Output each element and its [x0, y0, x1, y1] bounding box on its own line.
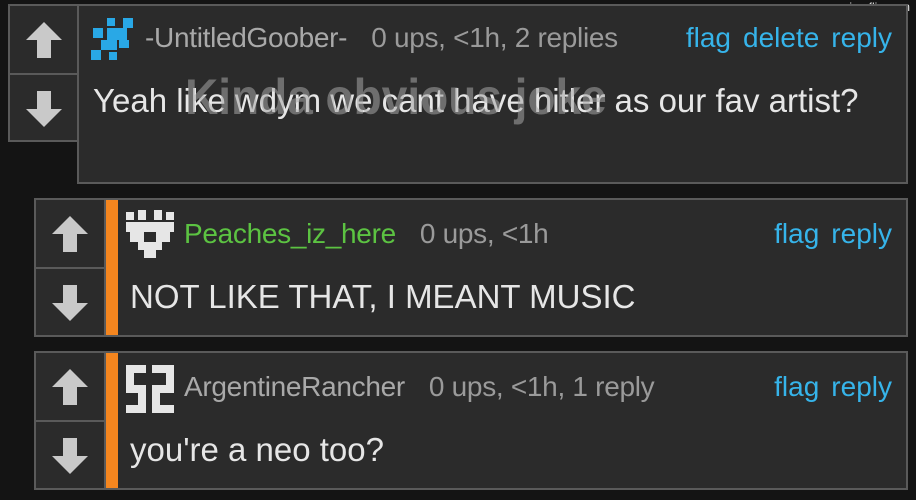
- vote-panel: [8, 4, 80, 142]
- downvote-button[interactable]: [36, 269, 104, 336]
- downvote-button[interactable]: [36, 422, 104, 489]
- vote-panel: [34, 198, 106, 337]
- username-link[interactable]: ArgentineRancher: [184, 371, 405, 402]
- comment-text: you're a neo too?: [130, 431, 384, 468]
- reply-link[interactable]: reply: [831, 218, 892, 249]
- comment-meta: Peaches_iz_here 0 ups, <1h: [184, 218, 549, 250]
- flag-link[interactable]: flag: [686, 22, 731, 53]
- arrow-down-icon: [52, 284, 88, 321]
- upvote-button[interactable]: [36, 200, 104, 267]
- upvote-button[interactable]: [10, 6, 78, 73]
- username-link[interactable]: -UntitledGoober-: [145, 22, 347, 53]
- comment-actions: flag reply: [762, 371, 892, 403]
- reply-marker: [106, 353, 118, 488]
- user-avatar-icon: [91, 18, 133, 60]
- reply-marker: [106, 200, 118, 335]
- user-avatar-icon: [126, 365, 174, 413]
- flag-link[interactable]: flag: [774, 218, 819, 249]
- comment-stats: 0 ups, <1h, 2 replies: [371, 22, 618, 53]
- arrow-up-icon: [26, 21, 62, 58]
- username-link[interactable]: Peaches_iz_here: [184, 218, 396, 249]
- comment-card: -UntitledGoober- 0 ups, <1h, 2 replies fl…: [77, 4, 908, 184]
- arrow-up-icon: [52, 368, 88, 405]
- arrow-down-icon: [52, 437, 88, 474]
- downvote-button[interactable]: [10, 75, 78, 142]
- user-avatar-icon: [126, 210, 174, 258]
- reply-link[interactable]: reply: [831, 22, 892, 53]
- delete-link[interactable]: delete: [743, 22, 819, 53]
- overlay-caption: Kinda obvious joke: [185, 69, 607, 125]
- upvote-button[interactable]: [36, 353, 104, 420]
- comment-actions: flag delete reply: [674, 22, 892, 54]
- comment-meta: ArgentineRancher 0 ups, <1h, 1 reply: [184, 371, 655, 403]
- comment-stats: 0 ups, <1h, 1 reply: [428, 371, 655, 402]
- comment-stats: 0 ups, <1h: [419, 218, 549, 249]
- reply-comment-card: Peaches_iz_here 0 ups, <1h flag reply NOT …: [34, 198, 908, 337]
- flag-link[interactable]: flag: [774, 371, 819, 402]
- vote-panel: [34, 351, 106, 490]
- comment-text: NOT LIKE THAT, I MEANT MUSIC: [130, 278, 636, 315]
- comment-actions: flag reply: [762, 218, 892, 250]
- comment-meta: -UntitledGoober- 0 ups, <1h, 2 replies: [145, 22, 618, 54]
- arrow-down-icon: [26, 90, 62, 127]
- reply-comment-card: ArgentineRancher 0 ups, <1h, 1 reply flag…: [34, 351, 908, 490]
- arrow-up-icon: [52, 215, 88, 252]
- reply-link[interactable]: reply: [831, 371, 892, 402]
